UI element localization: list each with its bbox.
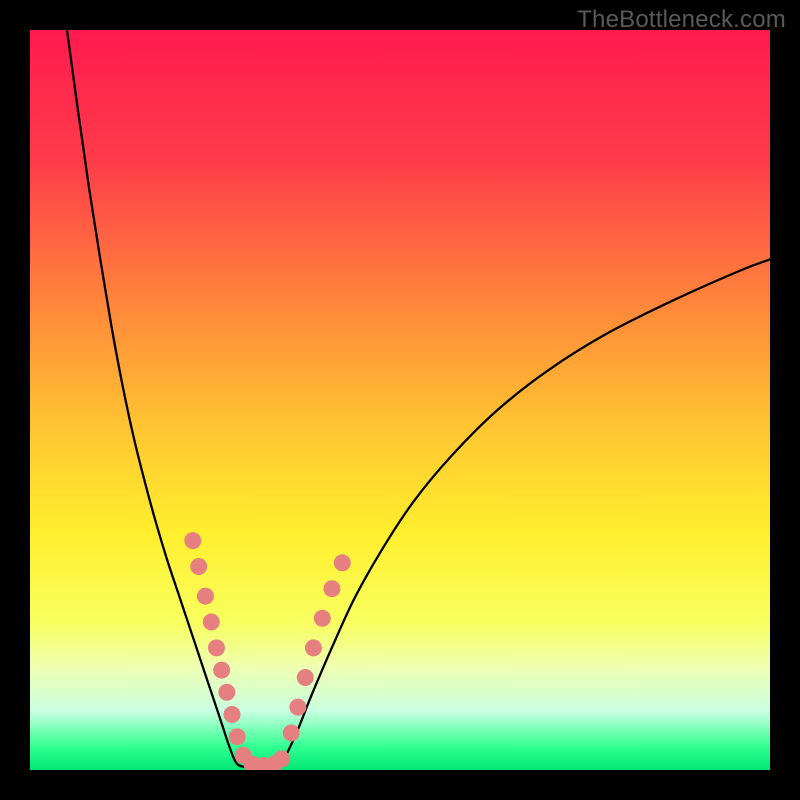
- data-marker: [305, 639, 322, 656]
- data-marker: [323, 580, 340, 597]
- watermark-label: TheBottleneck.com: [577, 6, 786, 34]
- data-marker: [208, 639, 225, 656]
- data-marker: [203, 614, 220, 631]
- outer-frame: TheBottleneck.com: [0, 0, 800, 800]
- data-marker: [224, 706, 241, 723]
- data-marker: [314, 610, 331, 627]
- plot-area: [30, 30, 770, 770]
- data-marker: [334, 554, 351, 571]
- data-marker: [273, 750, 290, 767]
- data-marker: [213, 662, 230, 679]
- data-marker: [197, 588, 214, 605]
- data-marker: [283, 725, 300, 742]
- bottleneck-curve: [67, 30, 770, 768]
- data-marker: [184, 532, 201, 549]
- data-marker: [229, 728, 246, 745]
- curve-markers: [184, 532, 350, 770]
- data-marker: [289, 699, 306, 716]
- curve-layer: [30, 30, 770, 770]
- data-marker: [190, 558, 207, 575]
- data-marker: [297, 669, 314, 686]
- data-marker: [218, 684, 235, 701]
